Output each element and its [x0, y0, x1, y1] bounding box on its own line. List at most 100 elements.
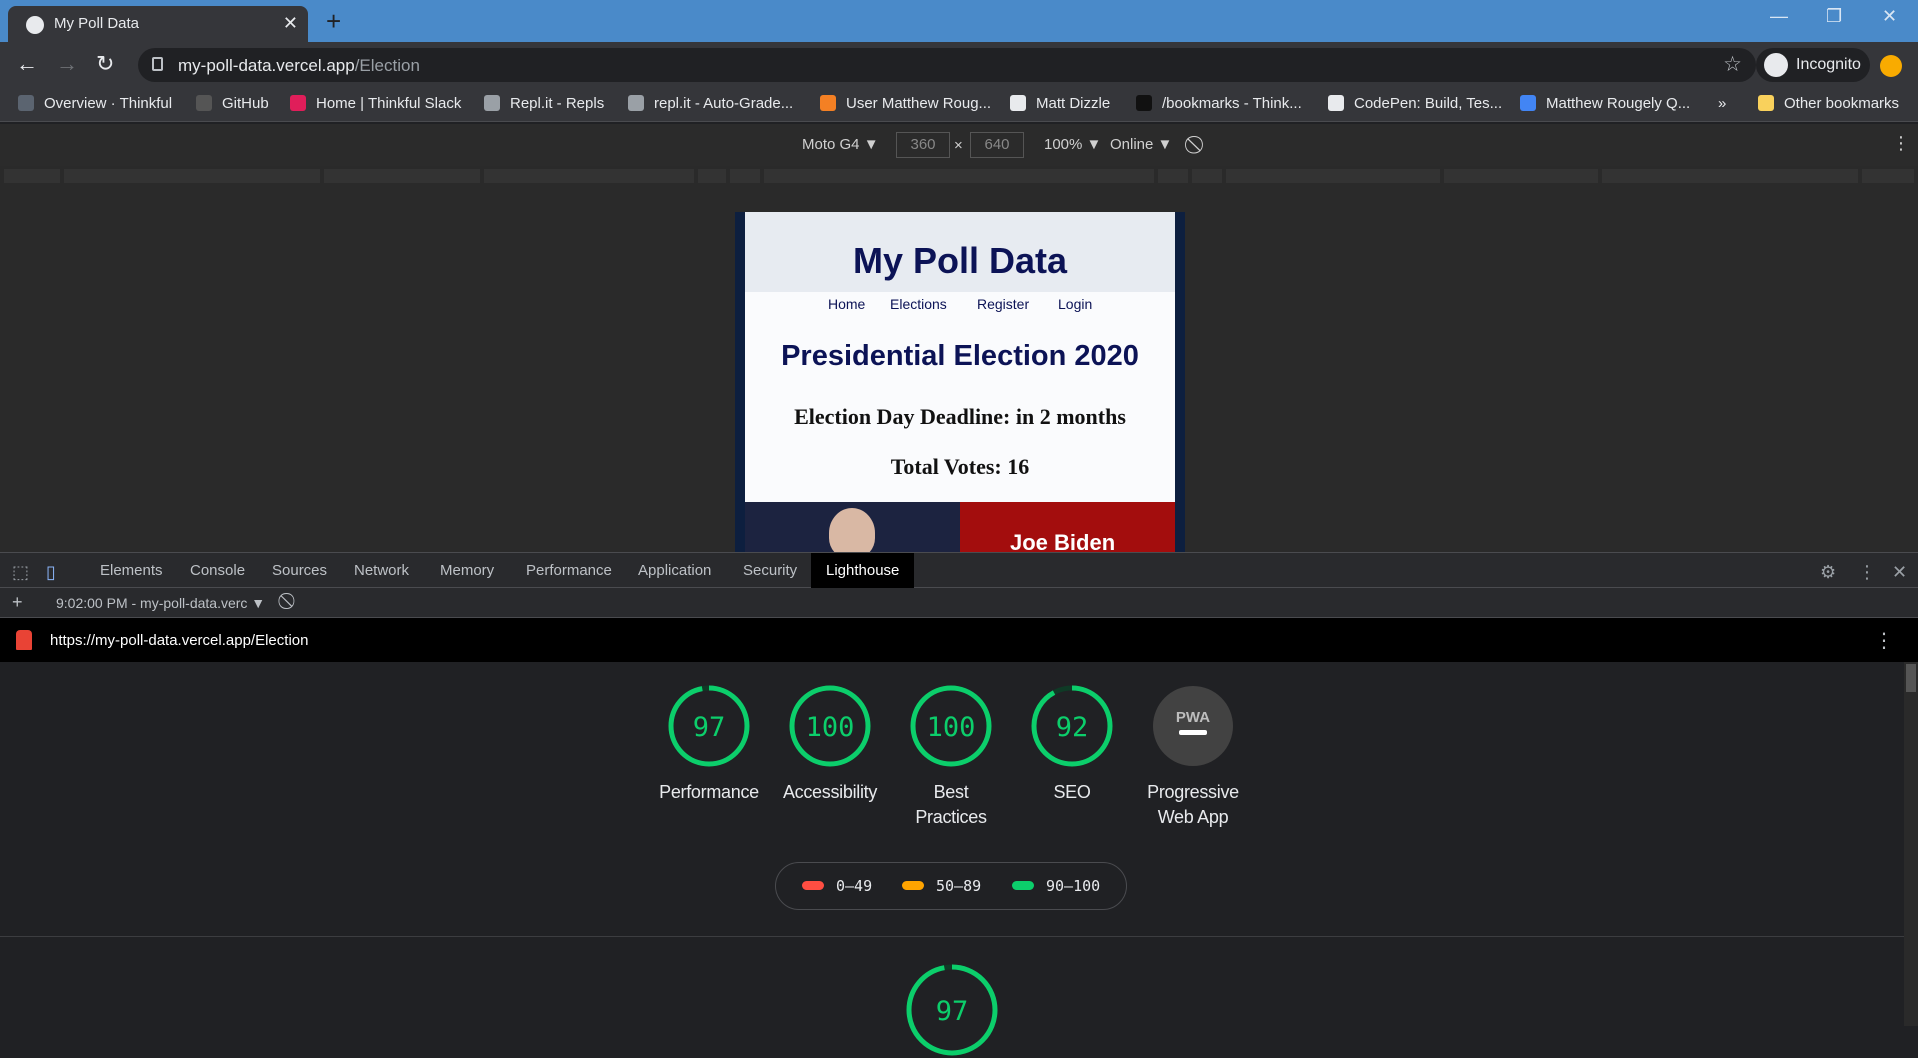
nav-home[interactable]: Home: [828, 296, 865, 312]
lighthouse-report: 97 Performance 100 Accessibility 100 Bes…: [0, 662, 1904, 1056]
bookmark-item[interactable]: Overview · Thinkful: [18, 95, 172, 112]
emulated-device-screen: My Poll Data Home Elections Register Log…: [735, 212, 1185, 552]
score-label: Performance: [659, 782, 759, 802]
tab-memory[interactable]: Memory: [440, 562, 494, 579]
docs-icon: [1520, 95, 1536, 111]
candidate-panel[interactable]: Joe Biden: [960, 502, 1175, 552]
minimize-icon[interactable]: —: [1770, 6, 1788, 27]
bookmarks-icon: [1136, 95, 1152, 111]
score-legend: 0–49 50–89 90–100: [775, 862, 1127, 910]
device-select[interactable]: Moto G4 ▼: [802, 136, 879, 153]
lock-icon: [152, 57, 163, 71]
new-tab-icon[interactable]: +: [326, 6, 341, 37]
gauge-accessibility[interactable]: 100 Accessibility: [770, 684, 890, 805]
tab-application[interactable]: Application: [638, 562, 711, 579]
bookmark-item[interactable]: CodePen: Build, Tes...: [1328, 95, 1502, 112]
bookmark-item[interactable]: Matt Dizzle: [1010, 95, 1110, 112]
browser-tab[interactable]: My Poll Data ✕: [8, 6, 308, 42]
bookmarks-overflow-button[interactable]: »: [1718, 95, 1726, 112]
bookmark-icon: [18, 95, 34, 111]
tab-elements[interactable]: Elements: [100, 562, 163, 579]
tab-security[interactable]: Security: [743, 562, 797, 579]
report-url[interactable]: https://my-poll-data.vercel.app/Election: [50, 632, 308, 649]
new-report-icon[interactable]: +: [12, 592, 23, 613]
gauge-seo[interactable]: 92 SEO: [1012, 684, 1132, 805]
bookmark-star-icon[interactable]: ☆: [1723, 52, 1742, 77]
score-ring: 97: [668, 685, 750, 767]
report-menu-icon[interactable]: ⋮: [1874, 628, 1894, 653]
site-brand[interactable]: My Poll Data: [745, 240, 1175, 282]
globe-icon: [1010, 95, 1026, 111]
gauge-performance[interactable]: 97 Performance: [649, 684, 769, 805]
bookmark-item[interactable]: Repl.it - Repls: [484, 95, 604, 112]
score-ring: 100: [789, 685, 871, 767]
close-devtools-icon[interactable]: ✕: [1892, 562, 1907, 583]
total-votes: Total Votes: 16: [890, 454, 1030, 479]
address-bar[interactable]: my-poll-data.vercel.app/Election ☆: [138, 48, 1756, 82]
incognito-icon: [1764, 53, 1788, 77]
extension-icon[interactable]: [1880, 55, 1902, 77]
report-select[interactable]: 9:02:00 PM - my-poll-data.verc ▼: [56, 595, 265, 611]
score-label: Progressive Web App: [1147, 782, 1239, 827]
section-divider: [0, 936, 1904, 937]
bookmark-item[interactable]: User Matthew Roug...: [820, 95, 991, 112]
media-query-bar[interactable]: [0, 166, 1918, 186]
zoom-select[interactable]: 100% ▼: [1044, 136, 1101, 153]
globe-icon: [26, 16, 44, 34]
candidate-face: [829, 508, 875, 552]
score-label: SEO: [1053, 782, 1091, 802]
tab-sources[interactable]: Sources: [272, 562, 327, 579]
tab-lighthouse[interactable]: Lighthouse: [811, 553, 915, 588]
back-icon[interactable]: ←: [16, 51, 38, 77]
devtools-menu-icon[interactable]: ⋮: [1858, 562, 1876, 583]
score-ring: 97: [906, 964, 998, 1056]
network-select[interactable]: Online ▼: [1110, 136, 1172, 153]
bookmark-item[interactable]: repl.it - Auto-Grade...: [628, 95, 793, 112]
bookmark-item[interactable]: GitHub: [196, 95, 269, 112]
legend-swatch: [902, 881, 924, 890]
lighthouse-icon: [16, 630, 32, 650]
bookmark-item[interactable]: /bookmarks - Think...: [1136, 95, 1302, 112]
nav-login[interactable]: Login: [1058, 296, 1092, 312]
gauge-best-practices[interactable]: 100 Best Practices: [891, 684, 1011, 830]
tab-network[interactable]: Network: [354, 562, 409, 579]
bookmark-item[interactable]: Matthew Rougely Q...: [1520, 95, 1690, 112]
reload-icon[interactable]: ↻: [96, 51, 114, 77]
svg-text:PWA: PWA: [1176, 709, 1210, 726]
report-url-bar: https://my-poll-data.vercel.app/Election…: [0, 618, 1918, 662]
device-toolbar: Moto G4 ▼ 360 × 640 100% ▼ Online ▼ ⃠ ⋮: [0, 124, 1918, 166]
forward-icon[interactable]: →: [56, 51, 78, 77]
inspect-icon[interactable]: ⬚: [12, 562, 29, 583]
width-input[interactable]: 360: [896, 132, 950, 158]
close-window-icon[interactable]: ✕: [1882, 6, 1897, 27]
score-label: Accessibility: [782, 782, 878, 802]
folder-icon: [1758, 95, 1774, 111]
report-scrollbar[interactable]: [1904, 662, 1918, 1026]
close-tab-icon[interactable]: ✕: [283, 13, 298, 34]
dimension-separator: ×: [954, 137, 963, 154]
nav-register[interactable]: Register: [977, 296, 1029, 312]
nav-elections[interactable]: Elections: [890, 296, 947, 312]
legend-average: 50–89: [902, 877, 981, 895]
gauge-performance-detail[interactable]: 97: [892, 962, 1012, 1058]
bookmarks-bar: Overview · Thinkful GitHub Home | Thinkf…: [0, 88, 1918, 122]
gauge-pwa[interactable]: PWA Progressive Web App: [1133, 684, 1253, 830]
score-value: 97: [693, 712, 726, 743]
tab-console[interactable]: Console: [190, 562, 245, 579]
scrollbar-thumb[interactable]: [1906, 664, 1916, 692]
tab-performance[interactable]: Performance: [526, 562, 612, 579]
settings-gear-icon[interactable]: ⚙: [1820, 562, 1836, 583]
devtools-tabbar: ⬚ ▯ Elements Console Sources Network Mem…: [0, 552, 1918, 588]
other-bookmarks[interactable]: Other bookmarks: [1758, 95, 1899, 112]
height-input[interactable]: 640: [970, 132, 1024, 158]
score-value: 92: [1056, 712, 1089, 743]
score-ring: 100: [910, 685, 992, 767]
device-toggle-icon[interactable]: ▯: [46, 562, 56, 583]
title-bar: My Poll Data ✕ + — ❐ ✕: [0, 0, 1918, 42]
more-icon[interactable]: ⋮: [1892, 133, 1910, 154]
site-header: My Poll Data: [745, 212, 1175, 292]
restore-icon[interactable]: ❐: [1826, 6, 1842, 27]
incognito-badge[interactable]: Incognito: [1756, 48, 1870, 82]
score-value: 100: [927, 712, 976, 743]
bookmark-item[interactable]: Home | Thinkful Slack: [290, 95, 461, 112]
